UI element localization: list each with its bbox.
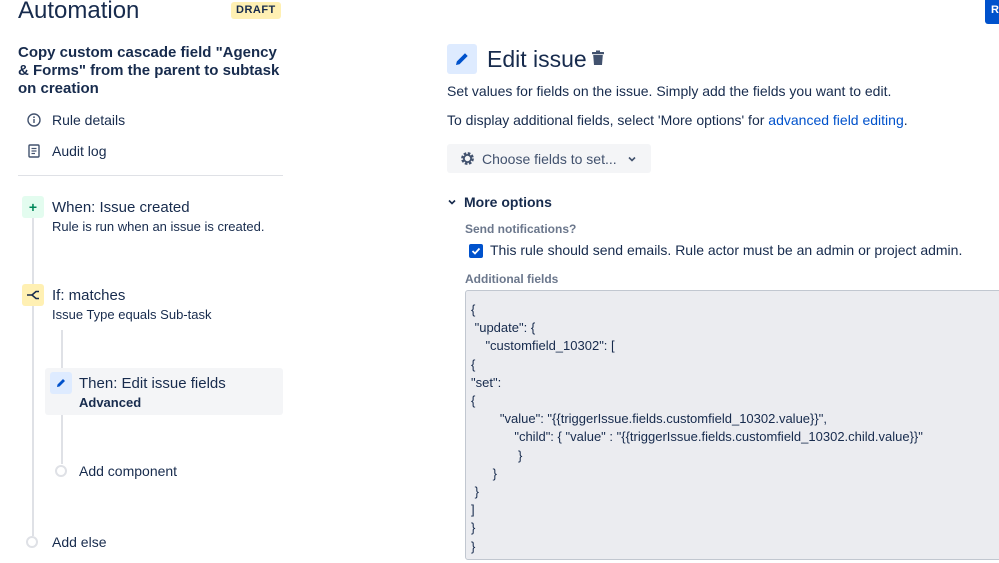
trigger-title[interactable]: When: Issue created bbox=[52, 199, 190, 216]
checkmark-icon bbox=[471, 247, 481, 255]
chevron-down-icon bbox=[627, 154, 637, 164]
condition-title[interactable]: If: matches bbox=[52, 287, 125, 304]
action-title[interactable]: Then: Edit issue fields bbox=[79, 375, 226, 392]
trash-icon[interactable] bbox=[589, 49, 607, 69]
draft-badge: DRAFT bbox=[231, 2, 281, 19]
additional-fields-textarea[interactable]: { "update": { "customfield_10302": [ { "… bbox=[465, 290, 999, 560]
add-component-dot bbox=[55, 465, 67, 477]
nav-rule-details-label: Rule details bbox=[52, 112, 126, 128]
header-action-button[interactable]: R bbox=[985, 0, 999, 24]
trigger-subtitle: Rule is run when an issue is created. bbox=[52, 219, 265, 234]
page-title: Edit issue bbox=[487, 46, 587, 72]
send-emails-checkbox-label[interactable]: This rule should send emails. Rule actor… bbox=[490, 242, 962, 258]
send-emails-checkbox[interactable] bbox=[469, 244, 483, 258]
choose-fields-label: Choose fields to set... bbox=[482, 150, 617, 167]
additional-fields-label: Additional fields bbox=[465, 272, 559, 286]
condition-subtitle: Issue Type equals Sub-task bbox=[52, 307, 212, 322]
add-else-link[interactable]: Add else bbox=[52, 534, 106, 550]
document-icon bbox=[26, 143, 42, 159]
plus-icon: + bbox=[22, 196, 44, 218]
description-advanced-prefix: To display additional fields, select 'Mo… bbox=[447, 112, 769, 128]
more-options-toggle[interactable]: More options bbox=[447, 194, 552, 210]
chevron-down-icon bbox=[447, 197, 457, 207]
flow-connector bbox=[32, 306, 34, 536]
add-component-link[interactable]: Add component bbox=[79, 463, 177, 479]
choose-fields-button[interactable]: Choose fields to set... bbox=[447, 144, 651, 173]
nav-audit-log-label: Audit log bbox=[52, 143, 107, 159]
nav-audit-log[interactable]: Audit log bbox=[26, 143, 106, 159]
advanced-field-editing-link[interactable]: advanced field editing bbox=[768, 112, 903, 128]
pencil-icon bbox=[50, 372, 72, 394]
add-else-dot bbox=[26, 536, 38, 548]
action-subtitle: Advanced bbox=[79, 395, 142, 410]
send-notifications-label: Send notifications? bbox=[465, 222, 577, 236]
description-advanced-suffix: . bbox=[903, 112, 908, 128]
gear-icon bbox=[459, 150, 476, 167]
sidebar-divider bbox=[18, 175, 283, 176]
pencil-icon bbox=[447, 44, 477, 74]
rule-name: Copy custom cascade field "Agency & Form… bbox=[18, 44, 280, 97]
nav-rule-details[interactable]: Rule details bbox=[26, 112, 125, 128]
description-advanced: To display additional fields, select 'Mo… bbox=[447, 112, 908, 128]
branch-icon bbox=[22, 284, 44, 306]
app-title: Automation bbox=[18, 0, 140, 24]
description-text: Set values for fields on the issue. Simp… bbox=[447, 83, 892, 99]
more-options-label: More options bbox=[464, 194, 552, 210]
flow-connector bbox=[32, 218, 34, 284]
info-icon bbox=[26, 112, 42, 128]
